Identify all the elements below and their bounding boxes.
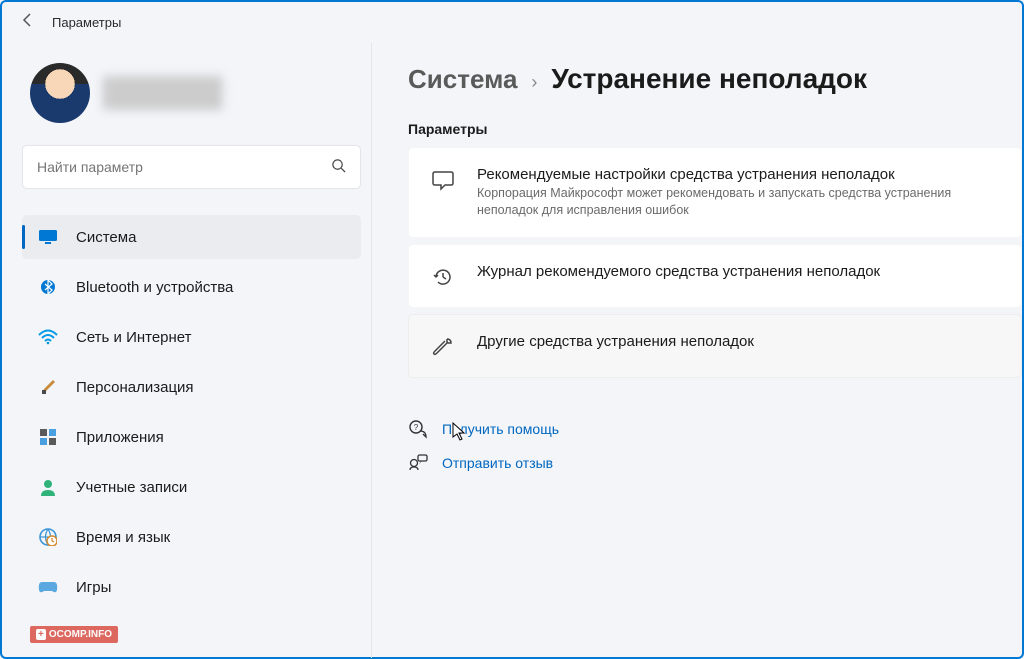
help-icon: ? [408,419,428,439]
wifi-icon [38,327,58,347]
chat-icon [431,168,455,192]
sidebar-item-network[interactable]: Сеть и Интернет [22,315,361,359]
card-desc: Корпорация Майкрософт может рекомендоват… [477,185,999,219]
sidebar-item-time-language[interactable]: Время и язык [22,515,361,559]
sidebar-item-bluetooth[interactable]: Bluetooth и устройства [22,265,361,309]
breadcrumb-current: Устранение неполадок [551,63,867,95]
search-icon [331,158,346,176]
breadcrumb: Система › Устранение неполадок [408,63,1022,95]
window-title: Параметры [52,15,121,30]
sidebar-item-label: Учетные записи [76,479,187,496]
watermark-badge: OCOMP.INFO [30,626,118,643]
card-history[interactable]: Журнал рекомендуемого средства устранени… [408,244,1022,308]
back-arrow-icon[interactable] [20,12,36,33]
apps-icon [38,427,58,447]
avatar [30,63,90,123]
sidebar-item-label: Игры [76,579,111,596]
svg-text:?: ? [414,423,419,432]
gamepad-icon [38,577,58,597]
wrench-icon [431,335,455,359]
sidebar-item-gaming[interactable]: Игры [22,565,361,609]
card-title: Другие средства устранения неполадок [477,333,999,350]
section-heading: Параметры [408,121,1022,137]
user-icon [38,477,58,497]
sidebar-item-accounts[interactable]: Учетные записи [22,465,361,509]
search-input[interactable] [37,159,331,175]
link-label: Получить помощь [442,421,559,437]
card-title: Рекомендуемые настройки средства устране… [477,166,999,183]
sidebar-item-system[interactable]: Система [22,215,361,259]
sidebar-nav: Система Bluetooth и устройства Сеть и Ин… [22,215,361,609]
sidebar-item-apps[interactable]: Приложения [22,415,361,459]
brush-icon [38,377,58,397]
sidebar-item-label: Приложения [76,429,164,446]
feedback-icon [408,453,428,473]
card-other-troubleshooters[interactable]: Другие средства устранения неполадок [408,314,1022,378]
sidebar-item-label: Время и язык [76,529,170,546]
profile-name-blurred [104,76,224,110]
link-feedback[interactable]: Отправить отзыв [408,446,1022,480]
globe-clock-icon [38,527,58,547]
link-label: Отправить отзыв [442,455,553,471]
link-get-help[interactable]: ? Получить помощь [408,412,1022,446]
sidebar-item-label: Bluetooth и устройства [76,279,233,296]
chevron-right-icon: › [531,72,537,93]
sidebar-item-personalization[interactable]: Персонализация [22,365,361,409]
breadcrumb-parent[interactable]: Система [408,64,517,95]
bluetooth-icon [38,277,58,297]
history-icon [431,265,455,289]
card-title: Журнал рекомендуемого средства устранени… [477,263,999,280]
card-recommended-settings[interactable]: Рекомендуемые настройки средства устране… [408,147,1022,238]
monitor-icon [38,227,58,247]
sidebar-item-label: Сеть и Интернет [76,329,192,346]
profile-block[interactable] [22,63,361,123]
search-box[interactable] [22,145,361,189]
sidebar-item-label: Персонализация [76,379,194,396]
sidebar-item-label: Система [76,229,136,246]
